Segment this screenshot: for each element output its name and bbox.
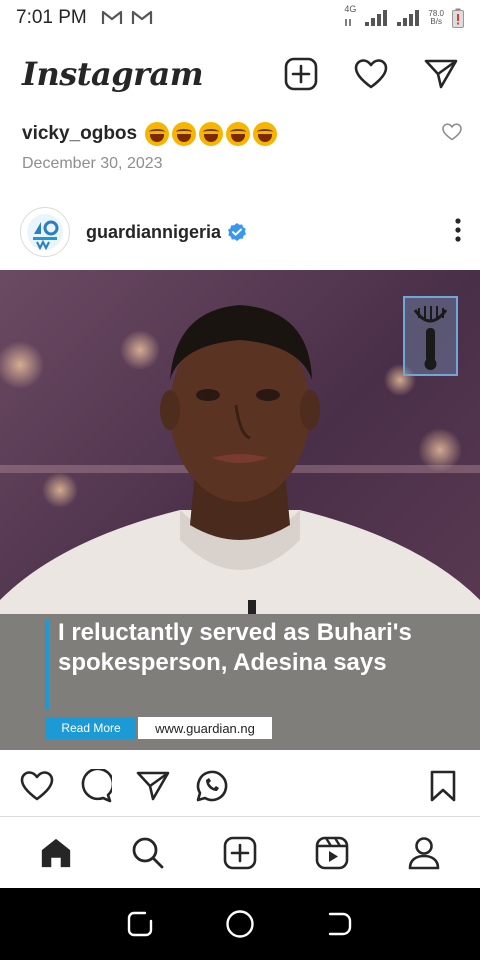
like-button[interactable]	[20, 769, 54, 803]
network-type: 4G	[344, 3, 357, 14]
nav-profile[interactable]	[407, 836, 441, 870]
laughing-emoji-icon	[145, 122, 170, 146]
status-indicators: 4G 78.0 B/s	[344, 3, 464, 32]
shared-date: December 30, 2023	[22, 155, 163, 172]
verified-badge-icon	[228, 223, 247, 241]
signal-icon	[397, 10, 420, 26]
direct-messages-button[interactable]	[424, 57, 458, 91]
status-bar: 7:01 PM 4G 78.0 B/s	[0, 0, 480, 36]
guardian-logo-icon	[27, 214, 63, 251]
back-icon	[328, 912, 352, 936]
laughing-emoji-icon	[199, 122, 224, 146]
heart-icon	[354, 59, 388, 89]
guardian-emblem-icon	[413, 306, 448, 370]
like-icon	[20, 771, 54, 801]
post-headline: I reluctantly served as Buhari's spokesp…	[58, 619, 412, 676]
home-icon	[41, 838, 71, 867]
network-indicator: 4G	[344, 3, 357, 32]
system-home-icon	[226, 910, 254, 938]
system-recents-button[interactable]	[123, 907, 157, 941]
status-time: 7:01 PM	[16, 7, 87, 28]
instagram-logo: Instagram	[22, 55, 204, 93]
header-actions	[284, 57, 458, 91]
new-post-icon	[284, 57, 318, 91]
app-header: Instagram	[0, 44, 480, 104]
nav-create[interactable]	[223, 836, 257, 870]
post-username[interactable]: guardiannigeria	[86, 222, 221, 243]
heart-icon	[442, 122, 462, 140]
laughing-emoji-icon	[172, 122, 197, 146]
gmail-icon	[101, 10, 122, 24]
avatar[interactable]	[20, 207, 70, 257]
bottom-navigation	[0, 816, 480, 888]
gmail-icon	[131, 10, 152, 24]
system-back-button[interactable]	[323, 907, 357, 941]
site-url: www.guardian.ng	[138, 717, 272, 739]
laughing-emoji-icon	[253, 122, 278, 146]
post-header: guardiannigeria	[0, 200, 480, 264]
direct-message-icon	[424, 59, 458, 89]
nav-reels[interactable]	[315, 836, 349, 870]
guardian-brand-mark	[403, 296, 458, 376]
shared-by-row: vicky_ogbos	[22, 118, 462, 150]
emoji-group	[145, 122, 278, 146]
post-action-bar	[0, 764, 480, 808]
battery-icon	[452, 8, 464, 28]
headline-accent-bar	[45, 620, 49, 710]
speed-unit: B/s	[430, 17, 442, 26]
search-icon	[132, 837, 164, 868]
comment-icon	[81, 769, 112, 803]
read-more-button[interactable]: Read More	[46, 717, 136, 739]
nav-search[interactable]	[131, 836, 165, 870]
system-home-button[interactable]	[223, 907, 257, 941]
share-like-button[interactable]	[442, 122, 462, 146]
bookmark-icon	[430, 770, 456, 802]
nav-home[interactable]	[39, 836, 73, 870]
whatsapp-share-button[interactable]	[194, 769, 228, 803]
recents-icon	[127, 911, 153, 937]
new-post-button[interactable]	[284, 57, 318, 91]
speed-indicator: 78.0 B/s	[428, 10, 444, 26]
post-options-button[interactable]	[454, 217, 462, 248]
reels-icon	[315, 836, 349, 869]
whatsapp-icon	[196, 770, 228, 802]
activity-button[interactable]	[354, 57, 388, 91]
system-navigation-bar	[0, 888, 480, 960]
comment-button[interactable]	[78, 769, 112, 803]
share-icon	[136, 771, 170, 801]
post-image[interactable]: I reluctantly served as Buhari's spokesp…	[0, 270, 480, 750]
create-icon	[223, 836, 257, 869]
save-button[interactable]	[426, 769, 460, 803]
share-button[interactable]	[136, 769, 170, 803]
more-options-icon	[455, 217, 461, 242]
signal-icon	[365, 10, 388, 26]
notification-icons	[101, 10, 153, 26]
laughing-emoji-icon	[226, 122, 251, 146]
data-arrows-icon	[345, 18, 352, 26]
shared-by-username[interactable]: vicky_ogbos	[22, 123, 137, 145]
profile-icon	[408, 836, 440, 869]
